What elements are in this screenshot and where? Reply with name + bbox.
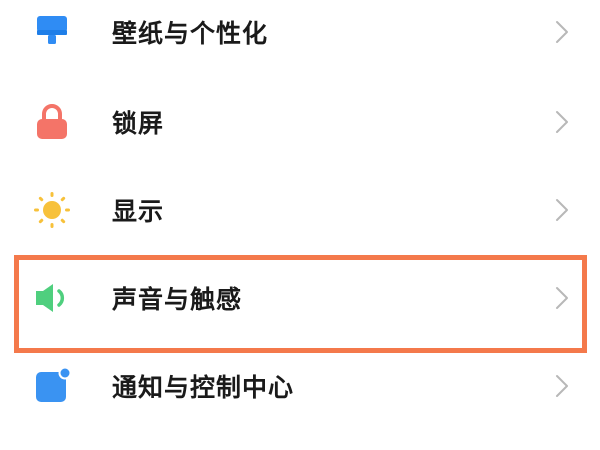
sun-icon [32,190,72,230]
chevron-right-icon [554,284,570,312]
settings-item-label: 通知与控制中心 [112,373,295,402]
notification-square-icon [32,366,72,406]
settings-item-lock-screen[interactable]: 锁屏 [0,78,600,166]
speaker-icon [32,278,72,318]
settings-item-label: 壁纸与个性化 [112,19,269,48]
chevron-right-icon [554,108,570,136]
chevron-right-icon [554,196,570,224]
settings-item-sound-haptics[interactable]: 声音与触感 [0,254,600,342]
wallpaper-brush-icon [32,12,72,52]
settings-item-label: 声音与触感 [112,285,243,314]
settings-item-notifications-control-center[interactable]: 通知与控制中心 [0,342,600,430]
chevron-right-icon [554,372,570,400]
settings-item-display[interactable]: 显示 [0,166,600,254]
settings-item-label: 锁屏 [112,109,165,138]
settings-list: 壁纸与个性化 锁屏 显示 声音与触感 通知与控制中心 [0,0,600,450]
chevron-right-icon [554,18,570,46]
settings-item-label: 显示 [112,197,165,226]
settings-item-wallpaper-personalization[interactable]: 壁纸与个性化 [0,0,600,76]
padlock-icon [32,102,72,142]
